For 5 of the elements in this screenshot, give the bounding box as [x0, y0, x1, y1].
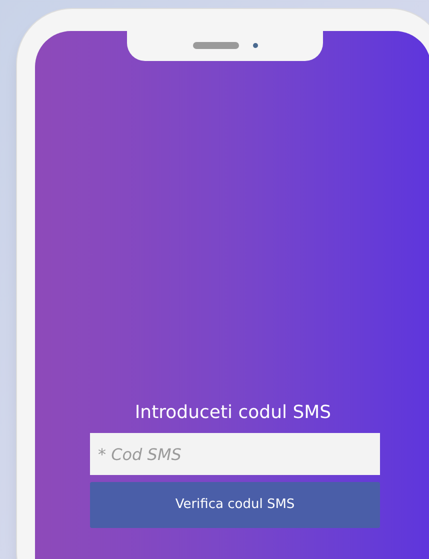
camera-icon [252, 42, 258, 48]
screen-title: Introduceti codul SMS [134, 401, 332, 425]
verify-button[interactable]: Verifica codul SMS [90, 482, 380, 528]
speaker-icon [192, 42, 238, 48]
sms-code-field[interactable]: * Cod SMS [90, 433, 380, 475]
